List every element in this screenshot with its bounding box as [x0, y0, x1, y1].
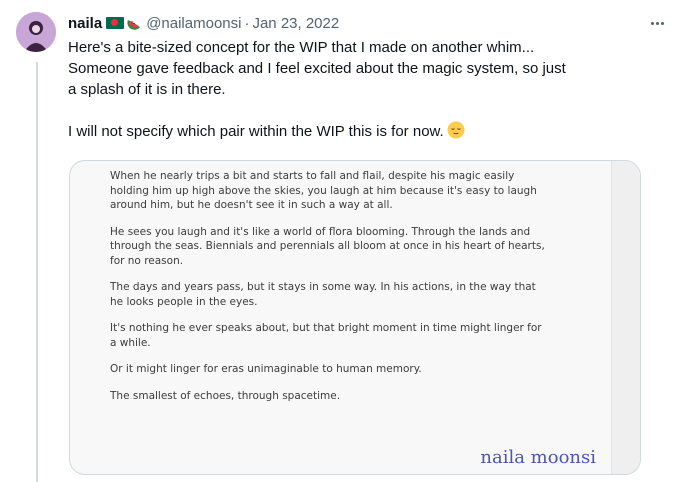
tweet[interactable]: naila @nailamoonsi · Jan 23, 2022 Here's… — [0, 0, 687, 482]
author-handle[interactable]: @nailamoonsi — [146, 15, 241, 32]
story-paragraph: Or it might linger for eras unimaginable… — [110, 363, 422, 375]
story-text: When he nearly trips a bit and starts to… — [110, 169, 550, 415]
tweet-text: Here's a bite-sized concept for the WIP … — [68, 37, 613, 142]
story-paragraph: The smallest of echoes, through spacetim… — [110, 389, 341, 402]
avatar[interactable] — [16, 12, 56, 52]
story-paragraph: The days and years pass, but it stays in… — [110, 281, 536, 308]
more-options-icon[interactable] — [647, 14, 667, 32]
tweet-closing-line: I will not specify which pair within the… — [68, 121, 613, 142]
tweet-header: naila @nailamoonsi · Jan 23, 2022 — [68, 12, 667, 34]
signature: naila moonsi — [480, 447, 596, 468]
story-paragraph: When he nearly trips a bit and starts to… — [110, 170, 537, 211]
tweet-date[interactable]: Jan 23, 2022 — [252, 15, 339, 32]
tweet-line: Here's a bite-sized concept for the WIP … — [68, 39, 535, 56]
thread-line — [36, 62, 38, 482]
media-image[interactable]: When he nearly trips a bit and starts to… — [69, 160, 641, 475]
avatar-image — [16, 12, 56, 52]
tweet-line: a splash of it is in there. — [68, 81, 226, 98]
bangladesh-flag-icon — [106, 17, 125, 29]
tweet-line: Someone gave feedback and I feel excited… — [68, 60, 566, 77]
story-paragraph: He sees you laugh and it's like a world … — [110, 225, 545, 267]
author-name[interactable]: naila — [68, 15, 102, 32]
tweet-closing-text: I will not specify which pair within the… — [68, 123, 444, 140]
story-paragraph: It's nothing he ever speaks about, but t… — [110, 322, 542, 349]
relieved-face-icon — [447, 121, 465, 139]
watermelon-icon — [127, 20, 141, 30]
separator-dot: · — [244, 14, 250, 32]
media-side-strip — [611, 161, 640, 474]
